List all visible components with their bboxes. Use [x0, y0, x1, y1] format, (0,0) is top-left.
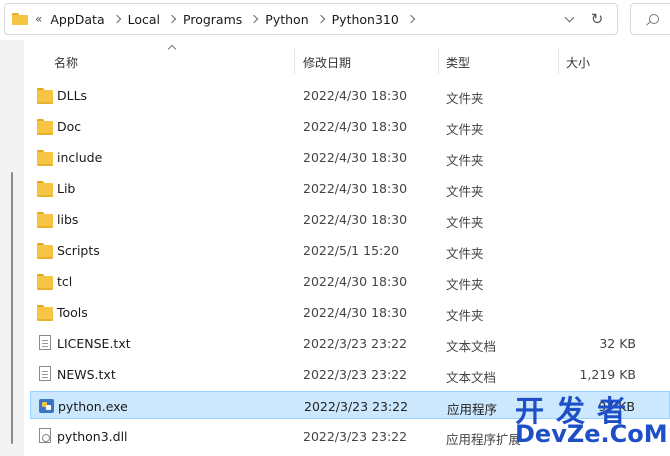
file-size: 1,219 KB [579, 367, 636, 382]
file-type: 应用程序扩展 [446, 432, 522, 447]
file-type: 文件夹 [446, 215, 484, 230]
file-date: 2022/4/30 18:30 [303, 150, 408, 165]
file-date: 2022/5/1 15:20 [303, 243, 400, 258]
breadcrumb-item-programs[interactable]: Programs [183, 12, 242, 27]
file-date: 2022/3/23 23:22 [303, 429, 408, 444]
file-name: python.exe [58, 399, 128, 414]
column-divider[interactable] [558, 48, 559, 74]
breadcrumb-overflow[interactable]: « [35, 12, 42, 26]
folder-icon [12, 13, 28, 25]
search-icon [649, 14, 659, 24]
text-file-icon [39, 366, 51, 381]
file-date: 2022/3/23 23:22 [304, 399, 409, 414]
address-bar: « AppData Local Programs Python Python31… [0, 0, 670, 40]
chevron-down-icon[interactable] [564, 12, 575, 23]
folder-icon [37, 87, 53, 104]
file-name: tcl [57, 274, 73, 289]
file-name: libs [57, 212, 79, 227]
refresh-icon[interactable]: ↻ [589, 11, 605, 27]
file-type: 文件夹 [446, 184, 484, 199]
column-header-type[interactable]: 类型 [446, 54, 470, 71]
folder-icon [37, 304, 53, 321]
file-type: 文件夹 [446, 153, 484, 168]
file-type: 文件夹 [446, 122, 484, 137]
search-input[interactable] [630, 3, 670, 35]
scrollbar[interactable] [8, 40, 18, 456]
file-type: 文件夹 [446, 246, 484, 261]
file-date: 2022/3/23 23:22 [303, 336, 408, 351]
breadcrumb-item-python310[interactable]: Python310 [332, 12, 399, 27]
chevron-right-icon[interactable] [112, 14, 121, 24]
chevron-right-icon[interactable] [316, 14, 325, 24]
file-name: NEWS.txt [57, 367, 116, 382]
column-headers: 名称 修改日期 类型 大小 [24, 40, 670, 82]
file-name: Lib [57, 181, 76, 196]
folder-icon [37, 180, 53, 197]
column-divider[interactable] [438, 48, 439, 74]
file-name: DLLs [57, 88, 88, 103]
file-date: 2022/4/30 18:30 [303, 181, 408, 196]
file-type: 文本文档 [446, 339, 497, 354]
file-date: 2022/4/30 18:30 [303, 212, 408, 227]
chevron-right-icon[interactable] [250, 14, 259, 24]
file-row[interactable]: Lib 2022/4/30 18:30 文件夹 [30, 174, 670, 202]
chevron-right-icon[interactable] [406, 14, 416, 24]
file-name: Tools [57, 305, 88, 320]
chevron-right-icon[interactable] [167, 14, 177, 24]
file-name: include [57, 150, 103, 165]
file-name: Scripts [57, 243, 100, 258]
sort-ascending-icon [167, 44, 177, 54]
file-size: 32 KB [599, 336, 636, 351]
file-row[interactable]: tcl 2022/4/30 18:30 文件夹 [30, 267, 670, 295]
breadcrumb-item-local[interactable]: Local [128, 12, 160, 27]
file-name: LICENSE.txt [57, 336, 131, 351]
file-date: 2022/4/30 18:30 [303, 274, 408, 289]
folder-icon [37, 242, 53, 259]
text-file-icon [39, 335, 51, 350]
file-type: 文本文档 [446, 370, 497, 385]
file-row[interactable]: NEWS.txt 2022/3/23 23:22 文本文档 1,219 KB [30, 360, 670, 388]
breadcrumb-item-python[interactable]: Python [265, 12, 308, 27]
file-date: 2022/4/30 18:30 [303, 88, 408, 103]
file-type: 文件夹 [446, 277, 484, 292]
folder-icon [37, 273, 53, 290]
file-row-selected[interactable]: python.exe 2022/3/23 23:22 应用程序 97 KB [30, 391, 670, 419]
file-type: 文件夹 [446, 91, 484, 106]
dll-file-icon [39, 428, 51, 443]
file-row[interactable]: include 2022/4/30 18:30 文件夹 [30, 143, 670, 171]
file-row[interactable]: Doc 2022/4/30 18:30 文件夹 [30, 112, 670, 140]
column-header-size[interactable]: 大小 [566, 54, 590, 71]
python-exe-icon [39, 399, 54, 413]
column-header-name[interactable]: 名称 [54, 54, 78, 71]
file-row[interactable]: Scripts 2022/5/1 15:20 文件夹 [30, 236, 670, 264]
file-name: Doc [57, 119, 82, 134]
breadcrumb[interactable]: « AppData Local Programs Python Python31… [4, 3, 618, 35]
file-row[interactable]: libs 2022/4/30 18:30 文件夹 [30, 205, 670, 233]
column-header-date[interactable]: 修改日期 [303, 54, 351, 71]
column-divider[interactable] [294, 48, 295, 74]
file-row[interactable]: DLLs 2022/4/30 18:30 文件夹 [30, 81, 670, 109]
file-name: python3.dll [57, 429, 128, 444]
file-row[interactable]: Tools 2022/4/30 18:30 文件夹 [30, 298, 670, 326]
folder-icon [37, 118, 53, 135]
file-row[interactable]: LICENSE.txt 2022/3/23 23:22 文本文档 32 KB [30, 329, 670, 357]
breadcrumb-item-appdata[interactable]: AppData [50, 12, 104, 27]
file-type: 应用程序 [447, 402, 498, 417]
file-date: 2022/3/23 23:22 [303, 367, 408, 382]
scrollbar-thumb[interactable] [11, 172, 13, 444]
file-date: 2022/4/30 18:30 [303, 119, 408, 134]
file-size: 97 KB [598, 399, 635, 414]
folder-icon [37, 149, 53, 166]
folder-icon [37, 211, 53, 228]
file-row[interactable]: python3.dll 2022/3/23 23:22 应用程序扩展 [30, 422, 670, 450]
file-date: 2022/4/30 18:30 [303, 305, 408, 320]
file-type: 文件夹 [446, 308, 484, 323]
